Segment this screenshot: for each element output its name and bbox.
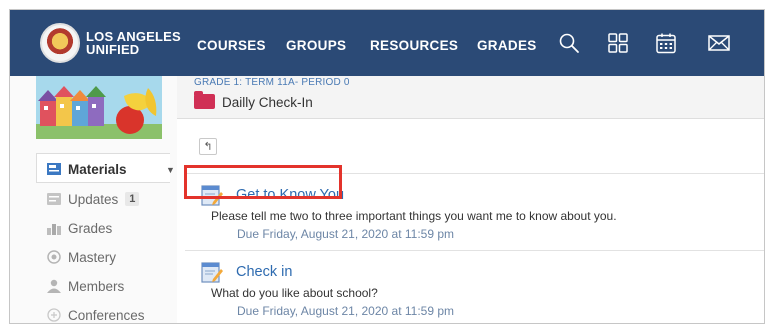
sidebar-item-label: Members [68, 278, 125, 294]
mail-icon[interactable] [707, 32, 731, 54]
assignment-due-date: Due Friday, August 21, 2020 at 11:59 pm [237, 304, 455, 318]
chevron-down-icon[interactable]: ▼ [166, 165, 175, 175]
sidebar-item-label: Mastery [68, 249, 117, 265]
materials-icon [47, 163, 61, 175]
sidebar-item-label: Materials [68, 161, 127, 177]
nav-resources[interactable]: RESOURCES [370, 38, 458, 53]
assignment-description: What do you like about school? [211, 286, 378, 300]
assignment-icon[interactable] [201, 261, 223, 283]
divider [185, 250, 764, 251]
sidebar-item-grades[interactable]: Grades [46, 218, 112, 238]
materials-panel: GRADE 1: TERM 11A- PERIOD 0 Dailly Check… [177, 76, 764, 323]
apps-grid-icon[interactable] [607, 32, 629, 54]
updates-count-badge: 1 [125, 192, 140, 206]
nav-groups[interactable]: GROUPS [286, 38, 346, 53]
calendar-icon[interactable] [655, 32, 677, 54]
breadcrumb[interactable]: GRADE 1: TERM 11A- PERIOD 0 [194, 77, 350, 88]
top-navigation-bar: LOS ANGELES UNIFIED COURSES GROUPS RESOU… [10, 10, 764, 76]
conferences-icon [47, 308, 61, 322]
members-icon [47, 279, 61, 293]
district-logo[interactable] [40, 23, 80, 63]
district-name-line2: UNIFIED [86, 42, 140, 57]
district-name[interactable]: LOS ANGELES UNIFIED [86, 30, 181, 56]
app-frame: LOS ANGELES UNIFIED COURSES GROUPS RESOU… [9, 9, 765, 324]
assignment-description: Please tell me two to three important th… [211, 209, 617, 223]
sidebar-item-label: Conferences [68, 307, 145, 323]
search-icon[interactable] [558, 32, 580, 54]
mastery-icon [47, 250, 61, 264]
sidebar-item-label: Updates [68, 191, 119, 207]
course-picture [36, 76, 162, 139]
course-sidebar: ▼ Materials Updates 1 Grades Mastery Mem… [10, 76, 177, 323]
sidebar-item-materials[interactable]: Materials [46, 159, 127, 179]
updates-icon [47, 193, 61, 205]
nav-grades[interactable]: GRADES [477, 38, 537, 53]
highlight-box [184, 165, 342, 199]
nav-courses[interactable]: COURSES [197, 38, 266, 53]
sidebar-item-members[interactable]: Members [46, 276, 124, 296]
back-button[interactable]: ↰ [199, 138, 217, 155]
folder-title: Dailly Check-In [222, 95, 313, 110]
sidebar-item-label: Grades [68, 220, 113, 236]
grades-icon [47, 224, 61, 235]
assignment-title-link[interactable]: Check in [236, 264, 292, 280]
assignment-due-date: Due Friday, August 21, 2020 at 11:59 pm [237, 227, 455, 241]
sidebar-item-mastery[interactable]: Mastery [46, 247, 116, 267]
folder-header: GRADE 1: TERM 11A- PERIOD 0 Dailly Check… [177, 76, 764, 119]
folder-icon [194, 91, 215, 109]
sidebar-item-conferences[interactable]: Conferences [46, 305, 145, 323]
sidebar-item-updates[interactable]: Updates 1 [46, 189, 140, 209]
